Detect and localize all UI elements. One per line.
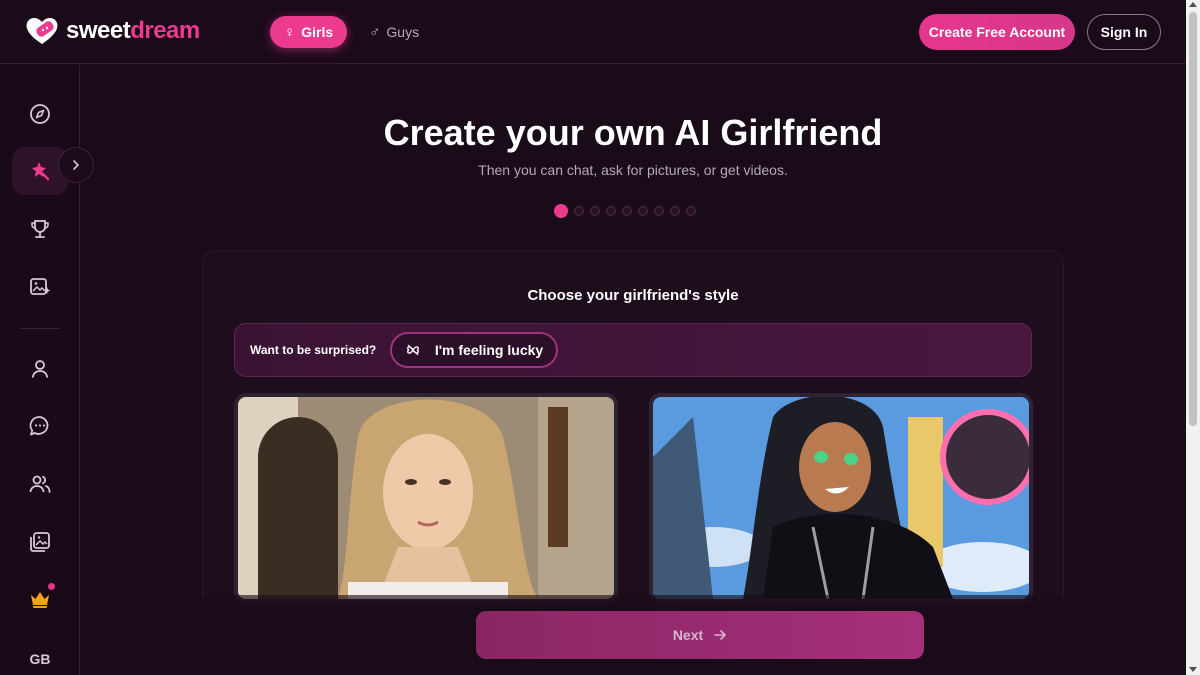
style-option-realistic[interactable] — [234, 393, 618, 603]
step-dot-4 — [606, 206, 616, 216]
page-subtitle: Then you can chat, ask for pictures, or … — [478, 162, 788, 178]
sidebar-item-profile[interactable] — [12, 345, 68, 393]
feeling-lucky-button[interactable]: I'm feeling lucky — [390, 332, 558, 368]
step-dot-8 — [670, 206, 680, 216]
create-account-button[interactable]: Create Free Account — [919, 14, 1075, 50]
image-sparkle-icon — [30, 278, 51, 295]
step-dot-3 — [590, 206, 600, 216]
trophy-icon — [31, 220, 49, 238]
female-icon: ♀ — [284, 23, 296, 41]
sidebar-item-generate-image[interactable] — [12, 263, 68, 311]
language-selector[interactable]: GB — [0, 651, 80, 667]
page-scrollbar[interactable] — [1186, 0, 1200, 675]
scroll-thumb[interactable] — [1189, 12, 1197, 426]
tab-girls-label: Girls — [301, 24, 334, 40]
card-title: Choose your girlfriend's style — [527, 287, 739, 304]
scroll-up-arrow-icon[interactable] — [1189, 2, 1197, 7]
compass-icon — [30, 104, 50, 124]
logo-text-sweet: sweet — [66, 17, 131, 44]
user-icon — [32, 360, 48, 378]
arrow-right-icon — [714, 630, 726, 640]
chat-icon — [29, 416, 49, 436]
users-icon — [29, 475, 51, 493]
sidebar-divider — [20, 328, 60, 329]
step-indicator — [554, 204, 696, 218]
surprise-label: Want to be surprised? — [250, 343, 377, 357]
sidebar-item-chat[interactable] — [12, 402, 68, 450]
logo-text-dream: dream — [130, 17, 200, 44]
scroll-down-arrow-icon[interactable] — [1189, 667, 1197, 672]
sign-in-button[interactable]: Sign In — [1087, 14, 1161, 50]
notification-dot — [48, 583, 55, 590]
gallery-icon — [30, 532, 50, 552]
sidebar-item-gallery[interactable] — [12, 518, 68, 566]
magic-wand-icon — [32, 162, 50, 181]
step-dot-6 — [638, 206, 648, 216]
crown-icon — [31, 592, 49, 608]
tab-girls[interactable]: ♀ Girls — [270, 16, 348, 48]
top-navbar: sweetdream ♀ Girls ♂ Guys Create Free Ac… — [0, 0, 1186, 64]
anime-girl-image — [653, 397, 1029, 599]
realistic-girl-image — [238, 397, 614, 599]
step-dot-5 — [622, 206, 632, 216]
gender-tabs: ♀ Girls ♂ Guys — [270, 16, 433, 48]
heart-bandage-icon — [26, 17, 58, 44]
tab-guys-label: Guys — [386, 24, 420, 40]
step-dot-7 — [654, 206, 664, 216]
feeling-lucky-label: I'm feeling lucky — [434, 342, 544, 358]
step-dot-1 — [554, 204, 568, 218]
tab-guys[interactable]: ♂ Guys — [355, 16, 433, 48]
sidebar-item-characters[interactable] — [12, 460, 68, 508]
page-title: Create your own AI Girlfriend — [383, 112, 883, 153]
sidebar-item-premium[interactable] — [12, 575, 68, 623]
style-option-anime[interactable] — [649, 393, 1033, 603]
sidebar-item-leaderboard[interactable] — [12, 205, 68, 253]
next-label: Next — [672, 627, 704, 643]
next-button[interactable]: Next — [476, 611, 924, 659]
logo[interactable]: sweetdream — [24, 16, 200, 46]
step-dot-2 — [574, 206, 584, 216]
male-icon: ♂ — [369, 23, 381, 41]
clover-icon — [406, 344, 419, 356]
step-dot-9 — [686, 206, 696, 216]
sidebar-item-explore[interactable] — [12, 90, 68, 138]
